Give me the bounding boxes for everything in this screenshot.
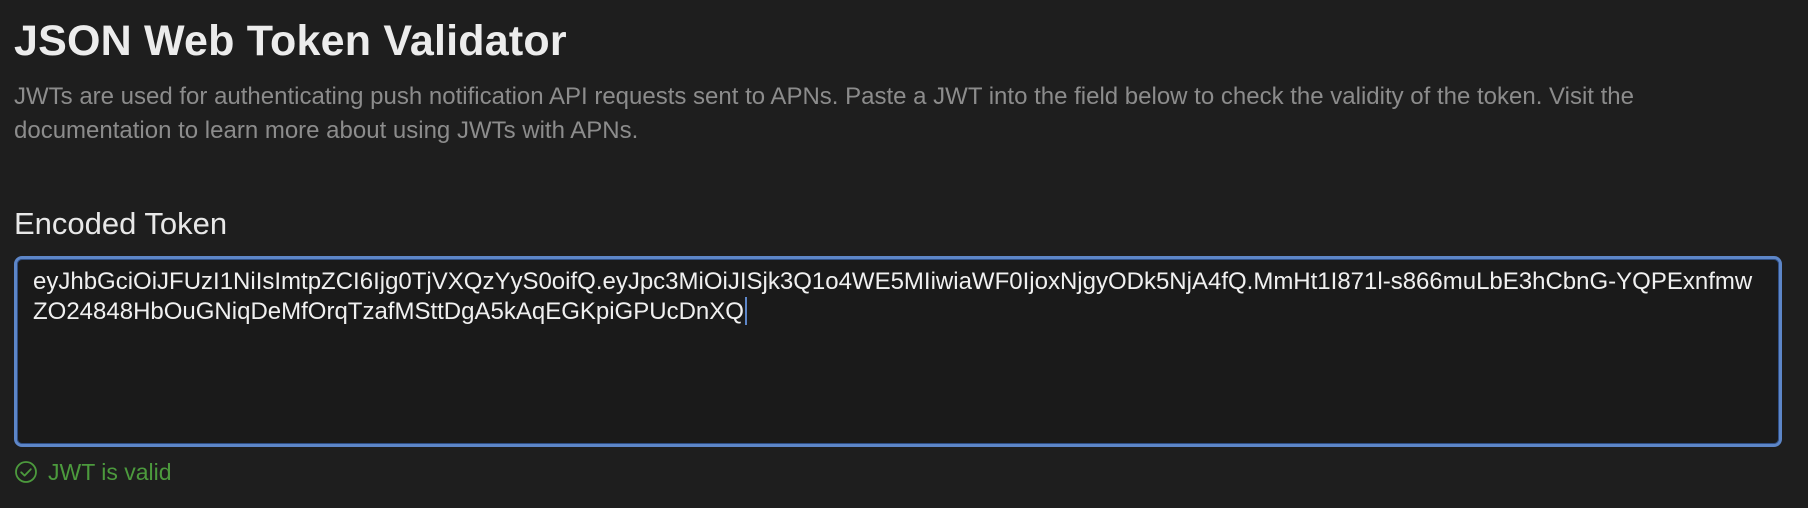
page-description: JWTs are used for authenticating push no… <box>14 83 1634 144</box>
encoded-token-input[interactable]: eyJhbGciOiJFUzI1NiIsImtpZCI6Ijg0TjVXQzYy… <box>14 256 1782 447</box>
text-caret <box>744 297 747 325</box>
validation-status-text: JWT is valid <box>48 459 172 485</box>
page-title: JSON Web Token Validator <box>14 17 567 65</box>
checkmark-circle-icon <box>14 460 38 484</box>
encoded-token-heading: Encoded Token <box>14 206 228 241</box>
validation-status: JWT is valid <box>14 458 1794 486</box>
jwt-validator-page: JSON Web Token Validator JWTs are used f… <box>0 0 1808 508</box>
encoded-token-value[interactable]: eyJhbGciOiJFUzI1NiIsImtpZCI6Ijg0TjVXQzYy… <box>33 268 1752 325</box>
